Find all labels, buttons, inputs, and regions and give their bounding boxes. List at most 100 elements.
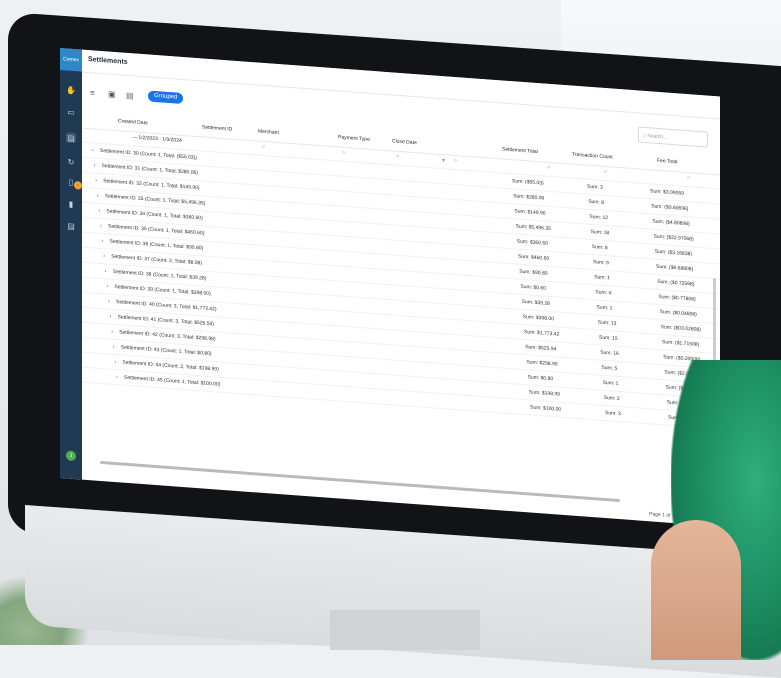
row-settlement-total: Sum: $398.00 [522, 313, 554, 323]
row-expand-chevron[interactable]: › [94, 162, 96, 168]
filter-icon[interactable]: ≡ [90, 88, 95, 97]
search-input[interactable]: ⌕ Search... [638, 126, 708, 148]
row-settlement-total: Sum: $90.80 [519, 268, 548, 277]
row-transaction-count: Sum: 12 [589, 213, 609, 222]
row-expand-chevron[interactable]: › [105, 268, 107, 274]
hand-icon[interactable]: ✋ [66, 84, 76, 95]
row-settlement-total: Sum: $39.28 [521, 298, 550, 307]
row-transaction-count: Sum: 1 [596, 304, 613, 312]
row-expand-chevron[interactable]: › [98, 208, 100, 214]
row-expand-chevron[interactable]: › [95, 178, 97, 184]
row-settlement-total: Sum: $280.06 [513, 193, 545, 202]
row-expand-chevron[interactable]: › [113, 344, 115, 350]
row-settlement-total: Sum: $5,496.35 [515, 223, 551, 233]
row-expand-chevron[interactable]: › [103, 253, 105, 259]
header-merchant[interactable]: Merchant [258, 129, 279, 137]
card-icon[interactable]: ▭ [66, 106, 76, 117]
header-close-date[interactable]: Close Date [392, 138, 417, 146]
row-fee-total: Sum: ($0.04808) [659, 309, 697, 318]
row-expand-chevron[interactable]: › [116, 374, 118, 380]
grouped-button[interactable]: Grouped [148, 90, 184, 105]
row-settlement-total: Sum: $0.60 [520, 283, 546, 292]
header-fee-total[interactable]: Fee Total [657, 158, 677, 166]
row-fee-total: Sum: ($03.02808) [660, 324, 701, 334]
row-transaction-count: Sum: 13 [597, 319, 617, 327]
row-settlement-total: Sum: ($55.03) [512, 178, 544, 187]
row-expand-chevron[interactable]: › [102, 238, 104, 244]
row-transaction-count: Sum: 9 [593, 259, 609, 267]
header-settlement-total[interactable]: Settlement Total [502, 146, 538, 155]
person-arm [651, 520, 741, 660]
search-icon[interactable]: ⌕ [262, 144, 265, 151]
file-icon[interactable]: ▮ [66, 198, 76, 209]
row-group-label: Settlement ID: 38 (Count: 1, Total: $39.… [112, 268, 207, 282]
row-group-label: Settlement ID: 37 (Count: 2, Total: $8.0… [111, 253, 202, 267]
row-settlement-total: Sum: $149.90 [514, 208, 546, 217]
search-icon[interactable]: ⌕ [547, 165, 550, 172]
row-expand-chevron[interactable]: › [111, 329, 113, 335]
row-transaction-count: Sum: 1 [602, 379, 619, 388]
user-avatar[interactable]: J [66, 450, 76, 462]
row-fee-total: Sum: ($4.80898) [652, 218, 690, 228]
row-fee-total: Sum: ($3.16838) [654, 248, 693, 258]
row-transaction-count: Sum: 1 [594, 274, 611, 282]
search-icon[interactable]: ⌕ [604, 169, 607, 176]
row-expand-chevron[interactable]: › [106, 283, 108, 289]
row-fee-total: Sum: ($0.77808) [658, 293, 696, 303]
row-expand-chevron[interactable]: › [100, 223, 102, 229]
row-settlement-total: Sum: $360.60 [516, 238, 548, 247]
search-icon[interactable]: ⌕ [687, 175, 690, 182]
refresh-icon[interactable]: ↻ [66, 156, 76, 167]
row-fee-total: Sum: ($6.68808) [656, 263, 694, 273]
app-screen: Cemex ✋ ▭ ▤ ↻ ▯ • ▮ ▤ J Settlements ≡ ▣ … [60, 48, 720, 527]
row-settlement-total: Sum: $198.99 [528, 389, 560, 398]
row-expand-chevron[interactable]: › [108, 299, 110, 305]
row-transaction-count: Sum: 18 [590, 228, 610, 237]
row-fee-total: Sum: ($0.72568) [657, 278, 695, 288]
page-title: Settlements [88, 56, 128, 66]
row-settlement-total: Sum: $298.90 [526, 359, 558, 368]
database-icon[interactable]: ▤ [66, 132, 76, 144]
monitor-stand [330, 610, 480, 650]
row-fee-total: Sum: ($1.71508) [662, 339, 700, 348]
row-transaction-count: Sum: 5 [601, 364, 618, 372]
search-icon[interactable]: ⌕ [342, 150, 345, 157]
header-transaction-count[interactable]: Transaction Count [572, 152, 613, 161]
row-expand-chevron[interactable]: › [114, 359, 116, 365]
row-settlement-total: Sum: $0.80 [527, 374, 554, 383]
row-fee-total: Sum: $3.09059 [650, 188, 684, 197]
row-settlement-total: Sum: $100.00 [530, 404, 562, 413]
row-settlement-total: Sum: $1,773.42 [524, 329, 560, 338]
row-transaction-count: Sum: 2 [603, 394, 620, 403]
row-transaction-count: Sum: 8 [588, 198, 605, 206]
row-expand-chevron[interactable]: › [92, 147, 94, 153]
settlements-grid: Created Date Settlement ID Merchant Paym… [82, 111, 720, 489]
row-fee-total: Sum: ($0.60696) [651, 203, 689, 213]
search-placeholder: Search... [647, 133, 668, 141]
header-created-date[interactable]: Created Date [118, 118, 148, 126]
row-transaction-count: Sum: 15 [599, 334, 618, 342]
export-icon[interactable]: ▣ [108, 90, 116, 100]
report-icon[interactable]: ▤ [66, 220, 76, 231]
header-settlement-id[interactable]: Settlement ID [202, 124, 232, 132]
chevron-down-icon[interactable]: ▾ [442, 157, 445, 164]
row-expand-chevron[interactable]: › [110, 314, 112, 320]
copy-icon[interactable]: ▤ [126, 91, 134, 101]
left-sidebar: Cemex ✋ ▭ ▤ ↻ ▯ • ▮ ▤ J [60, 48, 82, 480]
notification-badge: • [74, 181, 82, 190]
brand-logo[interactable]: Cemex [60, 48, 82, 72]
row-expand-chevron[interactable]: › [97, 193, 99, 199]
row-transaction-count: Sum: 8 [591, 244, 608, 252]
header-payment-type[interactable]: Payment Type [338, 134, 370, 142]
row-transaction-count: Sum: 16 [600, 349, 619, 358]
row-transaction-count: Sum: 4 [595, 289, 612, 297]
row-group-label: Settlement ID: 43 (Count: 1, Total: $0.8… [120, 344, 212, 358]
search-icon[interactable]: ⌕ [454, 158, 457, 165]
row-settlement-total: Sum: $460.60 [518, 253, 550, 262]
row-group-label: Settlement ID: 36 (Count: 1, Total: $90.… [109, 238, 204, 252]
row-transaction-count: Sum: 3 [605, 410, 621, 418]
row-fee-total: Sum: ($22.97068) [653, 233, 694, 243]
row-transaction-count: Sum: 3 [587, 183, 603, 191]
search-icon[interactable]: ⌕ [396, 154, 399, 161]
row-settlement-total: Sum: $525.94 [525, 344, 557, 353]
